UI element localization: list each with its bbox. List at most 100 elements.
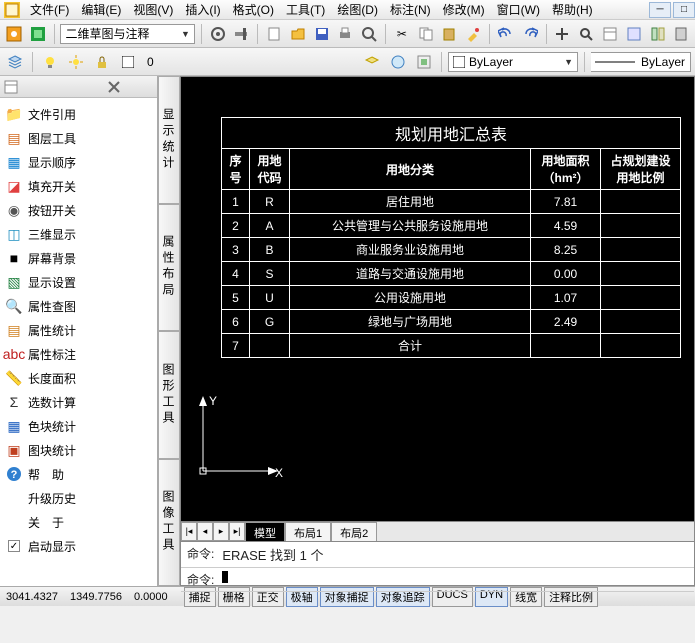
menu-tools[interactable]: 工具(T) bbox=[280, 0, 331, 20]
tab-layout2[interactable]: 布局2 bbox=[331, 522, 377, 541]
menu-view[interactable]: 视图(V) bbox=[127, 0, 179, 20]
vtab-property-layout[interactable]: 属性布局 bbox=[158, 204, 180, 332]
restore-button[interactable]: □ bbox=[673, 2, 695, 18]
menu-window[interactable]: 窗口(W) bbox=[491, 0, 546, 20]
coord-x: 3041.4327 bbox=[2, 591, 62, 603]
sidebar-item-label: 填充开关 bbox=[28, 178, 76, 195]
linetype-combo[interactable]: ByLayer bbox=[591, 52, 691, 72]
sidebar-item-icon: ◉ bbox=[6, 202, 22, 218]
sidebar-item[interactable]: ▧显示设置 bbox=[0, 270, 157, 294]
menu-modify[interactable]: 修改(M) bbox=[437, 0, 491, 20]
props-icon[interactable] bbox=[600, 23, 620, 45]
vtab-graphic-tools[interactable]: 图形工具 bbox=[158, 331, 180, 459]
table-header: 用地分类 bbox=[290, 149, 531, 190]
table-cell: 4 bbox=[222, 262, 250, 286]
tab-next-button[interactable]: ▸ bbox=[213, 522, 229, 541]
menu-insert[interactable]: 插入(I) bbox=[179, 0, 226, 20]
workspace-combo[interactable]: 二维草图与注释 ▼ bbox=[60, 24, 194, 44]
layers-icon[interactable] bbox=[4, 51, 26, 73]
menu-edit[interactable]: 编辑(E) bbox=[75, 0, 127, 20]
table-cell: 道路与交通设施用地 bbox=[290, 262, 531, 286]
menu-help[interactable]: 帮助(H) bbox=[546, 0, 599, 20]
sidebar-item[interactable]: ◪填充开关 bbox=[0, 174, 157, 198]
copy-icon[interactable] bbox=[416, 23, 436, 45]
sidebar-item-label: 长度面积 bbox=[28, 370, 76, 387]
table-cell: 商业服务业设施用地 bbox=[290, 238, 531, 262]
sidebar-close-icon[interactable] bbox=[108, 81, 120, 93]
workspace-icon[interactable] bbox=[4, 23, 24, 45]
tab-last-button[interactable]: ▸| bbox=[229, 522, 245, 541]
table-cell: 8.25 bbox=[531, 238, 601, 262]
layer-name[interactable]: 0 bbox=[143, 52, 183, 72]
open-icon[interactable] bbox=[288, 23, 308, 45]
preview-icon[interactable] bbox=[359, 23, 379, 45]
toolpalette-icon[interactable] bbox=[648, 23, 668, 45]
sidebar-item[interactable]: ◉按钮开关 bbox=[0, 198, 157, 222]
tab-prev-button[interactable]: ◂ bbox=[197, 522, 213, 541]
gear-icon[interactable] bbox=[208, 23, 228, 45]
sidebar-panel: 📁文件引用▤图层工具▦显示顺序◪填充开关◉按钮开关◫三维显示■屏幕背景▧显示设置… bbox=[0, 76, 158, 586]
sidebar-item[interactable]: ▣图块统计 bbox=[0, 438, 157, 462]
sidebar-collapse-icon[interactable] bbox=[4, 80, 18, 94]
tab-layout1[interactable]: 布局1 bbox=[285, 522, 331, 541]
sidebar-item[interactable]: ✓启动显示 bbox=[0, 534, 157, 558]
sidebar-item-label: 属性统计 bbox=[28, 322, 76, 339]
bulb-on-icon[interactable] bbox=[39, 51, 61, 73]
color-swatch-icon[interactable] bbox=[117, 51, 139, 73]
sidebar-item[interactable]: ■屏幕背景 bbox=[0, 246, 157, 270]
sidebar-item[interactable]: ?帮 助 bbox=[0, 462, 157, 486]
drawing-canvas[interactable]: 规划用地汇总表 序号用地代码用地分类用地面积（hm²）占规划建设用地比例 1R居… bbox=[181, 77, 694, 521]
menu-file[interactable]: 文件(F) bbox=[24, 0, 75, 20]
cmd-prompt: 命令: bbox=[187, 571, 214, 588]
tab-model[interactable]: 模型 bbox=[245, 522, 285, 541]
svg-text:?: ? bbox=[11, 469, 18, 481]
sidebar-item[interactable]: 关 于 bbox=[0, 510, 157, 534]
sidebar-item[interactable]: Σ选数计算 bbox=[0, 390, 157, 414]
sidebar-item[interactable]: 📏长度面积 bbox=[0, 366, 157, 390]
sidebar-item[interactable]: ▤属性统计 bbox=[0, 318, 157, 342]
menu-format[interactable]: 格式(O) bbox=[227, 0, 280, 20]
menu-dim[interactable]: 标注(N) bbox=[384, 0, 437, 20]
sidebar-item[interactable]: ▦色块统计 bbox=[0, 414, 157, 438]
paste-icon[interactable] bbox=[440, 23, 460, 45]
toolbar-workspace: 二维草图与注释 ▼ ✂ bbox=[0, 20, 695, 48]
minimize-button[interactable]: ─ bbox=[649, 2, 671, 18]
color-combo[interactable]: ByLayer ▼ bbox=[448, 52, 578, 72]
pan-icon[interactable] bbox=[552, 23, 572, 45]
print-icon[interactable] bbox=[336, 23, 356, 45]
layer-prev-icon[interactable] bbox=[387, 51, 409, 73]
calc-icon[interactable] bbox=[671, 23, 691, 45]
zoom-icon[interactable] bbox=[576, 23, 596, 45]
table-header: 占规划建设用地比例 bbox=[601, 149, 681, 190]
sidebar-item[interactable]: 🔍属性查图 bbox=[0, 294, 157, 318]
sun-icon[interactable] bbox=[65, 51, 87, 73]
sidebar-item[interactable]: ◫三维显示 bbox=[0, 222, 157, 246]
sidebar-item[interactable]: 📁文件引用 bbox=[0, 102, 157, 126]
command-window[interactable]: 命令: ERASE 找到 1 个 命令: bbox=[181, 541, 694, 585]
new-icon[interactable] bbox=[264, 23, 284, 45]
lock-icon[interactable] bbox=[91, 51, 113, 73]
undo-icon[interactable] bbox=[496, 23, 516, 45]
sidebar-item[interactable]: abc属性标注 bbox=[0, 342, 157, 366]
save-icon[interactable] bbox=[312, 23, 332, 45]
sidebar-item-label: 色块统计 bbox=[28, 418, 76, 435]
express-icon[interactable] bbox=[28, 23, 48, 45]
layer-iso-icon[interactable] bbox=[413, 51, 435, 73]
sidebar-item[interactable]: 升级历史 bbox=[0, 486, 157, 510]
match-icon[interactable] bbox=[463, 23, 483, 45]
layer-states-icon[interactable] bbox=[361, 51, 383, 73]
redo-icon[interactable] bbox=[520, 23, 540, 45]
sidebar-item-label: 文件引用 bbox=[28, 106, 76, 123]
sidebar-item[interactable]: ▤图层工具 bbox=[0, 126, 157, 150]
menu-draw[interactable]: 绘图(D) bbox=[331, 0, 384, 20]
vtab-display-stats[interactable]: 显示统计 bbox=[158, 76, 180, 204]
sidebar-item-label: 属性查图 bbox=[28, 298, 76, 315]
hammer-icon[interactable] bbox=[232, 23, 252, 45]
vtab-image-tools[interactable]: 图像工具 bbox=[158, 459, 180, 587]
designctr-icon[interactable] bbox=[624, 23, 644, 45]
tab-first-button[interactable]: |◂ bbox=[181, 522, 197, 541]
sidebar-item[interactable]: ▦显示顺序 bbox=[0, 150, 157, 174]
layer-name-text: 0 bbox=[147, 55, 154, 69]
table-cell: B bbox=[250, 238, 290, 262]
cut-icon[interactable]: ✂ bbox=[392, 23, 412, 45]
